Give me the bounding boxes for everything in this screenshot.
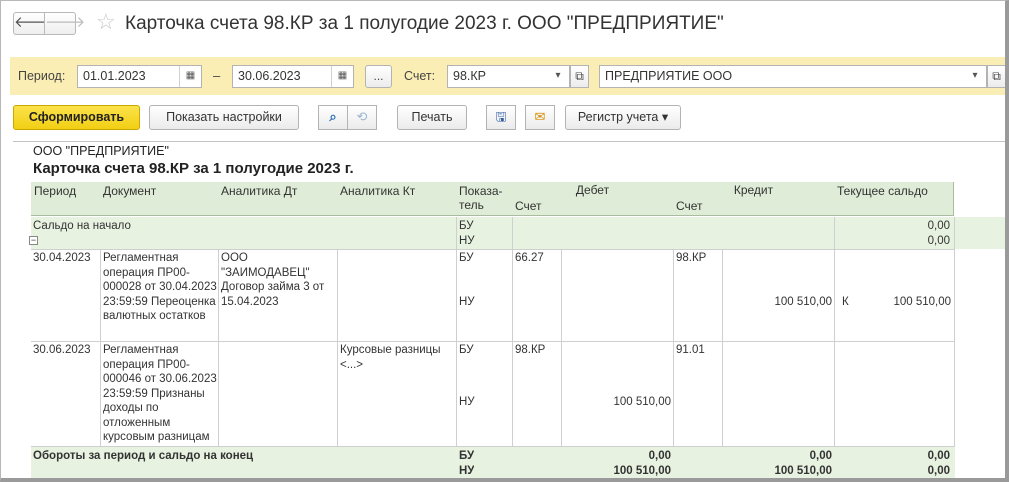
title-bar: 🡐 🡒 ☆ Карточка счета 98.КР за 1 полугоди… [1,1,1005,53]
header-current-balance: Текущее сальдо [834,182,954,216]
column-divider [337,249,338,446]
totals-credit-bu: 0,00 [809,450,832,462]
header-credit: Кредит [673,182,835,199]
date-from-value: 01.01.2023 [83,69,146,83]
row2-credit-account[interactable]: 91.01 [676,343,705,358]
chevron-down-icon: ▾ [661,110,669,124]
row1-credit-account[interactable]: 98.КР [676,251,706,266]
save-disk-icon[interactable]: 🖫 [486,105,516,130]
header-debit-account: Счет [512,198,562,216]
row-divider [31,249,955,250]
row2-nu: НУ [459,396,475,408]
row1-bu: БУ [459,252,474,264]
totals-bu: БУ [459,450,475,462]
period-select-button[interactable]: ... [365,65,392,88]
report-organization: ООО "ПРЕДПРИЯТИЕ" [33,144,169,158]
opening-balance-nu: 0,00 [927,235,950,247]
register-button-label: Регистр учета [577,110,659,124]
header-analytics-dt: Аналитика Дт [218,182,338,216]
print-button[interactable]: Печать [397,105,467,130]
totals-balance-nu: 0,00 [927,465,950,477]
row-divider [31,341,955,342]
row2-debit-account[interactable]: 98.КР [515,343,545,358]
row2-document[interactable]: Регламентная операция ПР00-000046 от 30.… [103,343,217,445]
row1-balance-side: К [842,296,849,308]
organization-field[interactable]: ПРЕДПРИЯТИЕ ООО ▾ [599,65,987,88]
date-to-field[interactable]: 30.06.2023 ▦ [232,65,354,88]
row1-debit-account[interactable]: 66.27 [515,251,544,266]
header-document: Документ [100,182,219,216]
account-field[interactable]: 98.КР ▾ [447,65,570,88]
totals-debit-nu: 100 510,00 [613,465,671,477]
header-period: Период [31,182,102,216]
column-divider [954,217,955,478]
row2-period: 30.06.2023 [33,344,91,356]
column-divider [100,249,101,446]
register-button[interactable]: Регистр учета ▾ [565,105,681,130]
header-credit-amount [722,198,835,216]
row1-credit-amount: 100 510,00 [774,296,832,308]
period-label: Период: [18,69,66,83]
opening-bu: БУ [459,220,474,232]
column-divider [834,217,835,478]
forward-arrow-icon[interactable]: 🡒 [44,12,85,35]
account-label: Счет: [404,69,436,83]
header-indicator: Показа- тель [456,182,513,216]
opening-label: Сальдо на начало [33,220,131,232]
totals-label: Обороты за период и сальдо на конец [33,450,254,462]
filter-panel: Период: 01.01.2023 ▦ – 30.06.2023 ▦ ... … [10,57,1005,95]
opening-balance-bu: 0,00 [927,220,950,232]
window-frame: 🡐 🡒 ☆ Карточка счета 98.КР за 1 полугоди… [0,0,1009,482]
report-title: Карточка счета 98.КР за 1 полугодие 2023… [33,160,354,177]
column-divider [512,217,513,478]
show-settings-button[interactable]: Показать настройки [149,105,299,130]
window-title: Карточка счета 98.КР за 1 полугодие 2023… [125,13,724,34]
totals-nu: НУ [459,465,475,477]
column-divider [218,249,219,446]
account-value: 98.КР [453,69,486,83]
totals-credit-nu: 100 510,00 [774,465,832,477]
search-reset-icon[interactable]: ⟲ [347,105,377,130]
header-debit-amount [561,198,674,216]
header-debit: Дебет [512,182,674,199]
calendar-icon[interactable]: ▦ [179,66,201,87]
favorite-star-icon[interactable]: ☆ [96,9,116,35]
row1-balance: 100 510,00 [893,296,951,308]
opening-nu: НУ [459,235,475,247]
command-bar: Сформировать Показать настройки ⌕ ⟲ Печа… [1,101,1005,135]
date-from-field[interactable]: 01.01.2023 ▦ [77,65,202,88]
row1-analytics-dt[interactable]: ООО "ЗАИМОДАВЕЦ" Договор займа 3 от 15.0… [221,251,334,309]
row1-document[interactable]: Регламентная операция ПР00-000028 от 30.… [103,251,217,324]
chevron-down-icon[interactable]: ▾ [547,66,569,87]
column-divider [456,217,457,478]
row2-debit-amount: 100 510,00 [613,396,671,408]
open-organization-icon[interactable]: ⧉ [987,65,1005,88]
calendar-icon[interactable]: ▦ [331,66,353,87]
row1-period: 30.04.2023 [33,252,91,264]
organization-value: ПРЕДПРИЯТИЕ ООО [605,69,733,83]
header-analytics-kt: Аналитика Кт [337,182,457,216]
column-divider [722,249,723,446]
column-divider [561,249,562,446]
row1-nu: НУ [459,296,475,308]
back-arrow-icon[interactable]: 🡐 [13,12,54,35]
chevron-down-icon[interactable]: ▾ [964,66,986,87]
report-area[interactable]: ООО "ПРЕДПРИЯТИЕ" Карточка счета 98.КР з… [13,141,1005,478]
totals-debit-bu: 0,00 [648,450,671,462]
header-credit-account: Счет [673,198,723,216]
generate-button[interactable]: Сформировать [13,105,140,130]
row2-bu: БУ [459,344,474,356]
date-to-value: 30.06.2023 [238,69,301,83]
totals-balance-bu: 0,00 [927,450,950,462]
search-icon[interactable]: ⌕ [318,105,348,130]
period-dash: – [213,68,221,83]
open-account-icon[interactable]: ⧉ [570,65,589,88]
row2-analytics-kt[interactable]: Курсовые разницы <...> [340,343,453,372]
collapse-group-icon[interactable]: − [29,236,38,245]
email-icon[interactable]: ✉ [525,105,555,130]
